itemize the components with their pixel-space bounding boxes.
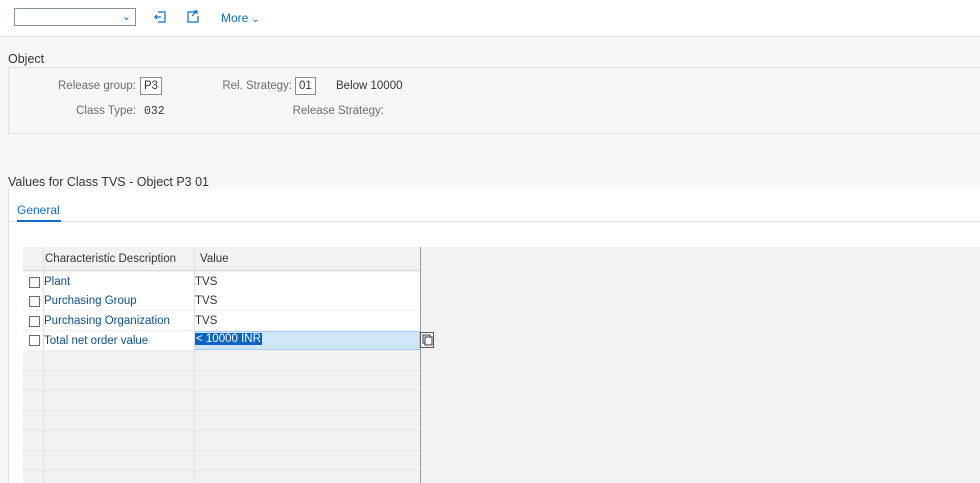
tab-bar-border: [8, 221, 980, 222]
more-label: More: [221, 11, 249, 25]
release-group-label: Release group:: [58, 80, 136, 92]
row-value[interactable]: TVS: [195, 276, 217, 288]
exit-icon[interactable]: [153, 10, 167, 24]
toolbar: ⌄ More ⌄: [0, 0, 980, 37]
class-type-value: 032: [144, 105, 165, 118]
rel-strategy-desc: Below 10000: [336, 80, 403, 92]
more-button[interactable]: More ⌄: [221, 11, 260, 25]
chevron-down-icon: ⌄: [251, 14, 260, 25]
release-strategy-label: Release Strategy:: [292, 105, 384, 117]
chevron-down-icon: ⌄: [121, 11, 131, 23]
empty-row: [23, 451, 420, 471]
row-value[interactable]: TVS: [195, 315, 217, 327]
row-description: Total net order value: [44, 335, 149, 347]
column-divider: [43, 247, 44, 483]
row-checkbox[interactable]: [29, 335, 40, 346]
row-description: Plant: [44, 276, 71, 288]
release-group-value[interactable]: P3: [140, 77, 163, 95]
row-checkbox[interactable]: [29, 316, 40, 327]
row-value[interactable]: < 10000 INR: [195, 333, 262, 345]
tab-general-indicator: [17, 220, 61, 222]
values-section-title: Values for Class TVS - Object P3 01: [8, 175, 210, 189]
empty-row: [23, 371, 420, 391]
column-header-value[interactable]: Value: [195, 247, 420, 271]
row-checkbox[interactable]: [29, 296, 40, 307]
table-row[interactable]: [43, 272, 420, 291]
object-section-title: Object: [8, 52, 45, 66]
empty-row: [23, 411, 420, 431]
rel-strategy-label: Rel. Strategy:: [222, 80, 292, 92]
row-description: Purchasing Organization: [44, 315, 170, 327]
row-checkbox[interactable]: [29, 277, 40, 288]
row-value[interactable]: TVS: [195, 295, 217, 307]
variant-dropdown[interactable]: ⌄: [14, 8, 136, 26]
empty-row: [23, 351, 420, 371]
column-header-description[interactable]: Characteristic Description: [23, 247, 195, 271]
empty-row: [23, 431, 420, 451]
class-type-label: Class Type:: [76, 105, 136, 117]
tab-general[interactable]: General: [17, 203, 60, 217]
empty-row: [23, 391, 420, 411]
export-icon[interactable]: [186, 10, 200, 24]
rel-strategy-value[interactable]: 01: [295, 77, 316, 95]
table-empty-area: [420, 247, 980, 483]
row-description: Purchasing Group: [44, 295, 137, 307]
column-divider: [194, 247, 195, 483]
copy-icon[interactable]: [420, 332, 434, 348]
